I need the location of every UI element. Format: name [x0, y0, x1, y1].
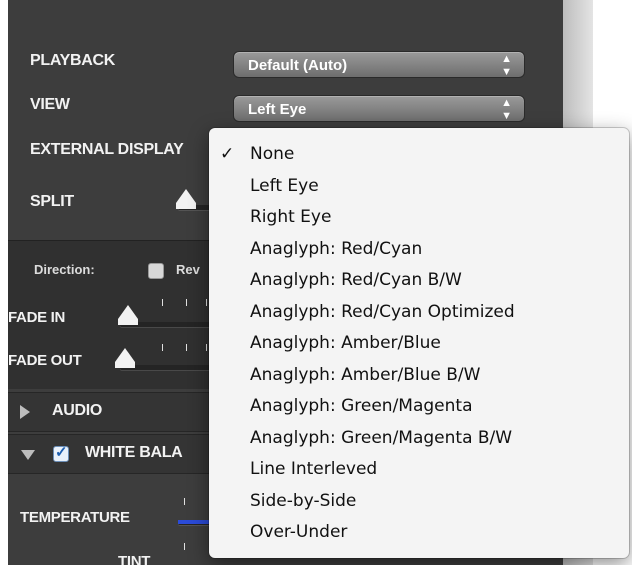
checkmark-icon: ✓ [220, 144, 235, 164]
checkmark-icon: ✓ [55, 444, 68, 461]
menu-item-label: Line Interleved [250, 459, 378, 479]
menu-item-line-interleved[interactable]: Line Interleved [209, 455, 629, 483]
fade-out-slider-thumb[interactable] [115, 348, 135, 368]
disclosure-right-icon [20, 405, 30, 419]
menu-item-label: Over-Under [250, 522, 348, 542]
menu-item-right-eye[interactable]: Right Eye [209, 203, 629, 231]
menu-item-anaglyph-amber-blue-b-w[interactable]: Anaglyph: Amber/Blue B/W [209, 361, 629, 389]
updown-arrows-icon: ▲ ▼ [501, 53, 512, 78]
menu-item-label: Anaglyph: Red/Cyan [250, 238, 423, 259]
reverse-label: Rev [176, 262, 200, 277]
menu-item-label: Anaglyph: Green/Magenta [250, 396, 473, 416]
direction-label: Direction: [34, 262, 95, 277]
playback-popup[interactable]: Default (Auto) ▲ ▼ [233, 51, 525, 78]
view-value: Left Eye [248, 101, 307, 118]
white-balance-checkbox[interactable]: ✓ [53, 444, 69, 462]
menu-item-label: Right Eye [250, 207, 332, 227]
menu-item-anaglyph-amber-blue[interactable]: Anaglyph: Amber/Blue [209, 329, 629, 357]
menu-item-label: None [250, 144, 295, 164]
view-popup[interactable]: Left Eye ▲ ▼ [233, 95, 525, 122]
disclosure-down-icon [21, 450, 35, 460]
playback-value: Default (Auto) [248, 57, 348, 74]
view-label: VIEW [30, 96, 70, 113]
menu-item-label: Anaglyph: Red/Cyan B/W [250, 270, 462, 290]
menu-item-label: Side-by-Side [250, 490, 357, 511]
tint-label: TINT [118, 553, 151, 565]
updown-arrows-icon: ▲ ▼ [501, 97, 512, 122]
menu-item-left-eye[interactable]: Left Eye [209, 172, 629, 200]
menu-item-label: Anaglyph: Amber/Blue B/W [250, 364, 481, 385]
audio-label: AUDIO [52, 402, 103, 419]
menu-item-label: Anaglyph: Green/Magenta B/W [250, 427, 513, 448]
fade-out-label: FADE OUT [8, 352, 82, 369]
menu-item-anaglyph-green-magenta-b-w[interactable]: Anaglyph: Green/Magenta B/W [209, 424, 629, 452]
fade-in-slider-thumb[interactable] [118, 305, 138, 325]
menu-item-side-by-side[interactable]: Side-by-Side [209, 487, 629, 515]
menu-item-label: Left Eye [250, 175, 319, 196]
menu-item-over-under[interactable]: Over-Under [209, 518, 629, 546]
fade-in-label: FADE IN [8, 309, 66, 326]
playback-label: PLAYBACK [30, 52, 116, 69]
external-display-menu[interactable]: ✓ None Left Eye Right Eye Anaglyph: Red/Cyan… [209, 128, 629, 558]
menu-item-none[interactable]: ✓ None [209, 140, 629, 168]
menu-item-anaglyph-red-cyan-b-w[interactable]: Anaglyph: Red/Cyan B/W [209, 266, 629, 294]
temperature-label: TEMPERATURE [20, 509, 130, 526]
menu-item-label: Anaglyph: Amber/Blue [250, 333, 441, 353]
split-slider-thumb[interactable] [176, 189, 196, 209]
external-display-label: EXTERNAL DISPLAY [30, 141, 184, 158]
menu-item-anaglyph-green-magenta[interactable]: Anaglyph: Green/Magenta [209, 392, 629, 420]
menu-item-anaglyph-red-cyan-optimized[interactable]: Anaglyph: Red/Cyan Optimized [209, 298, 629, 326]
menu-item-label: Anaglyph: Red/Cyan Optimized [250, 301, 515, 322]
split-label: SPLIT [30, 193, 74, 210]
reverse-checkbox[interactable] [148, 263, 164, 279]
white-balance-label: WHITE BALA [85, 444, 183, 461]
menu-item-anaglyph-red-cyan[interactable]: Anaglyph: Red/Cyan [209, 235, 629, 263]
